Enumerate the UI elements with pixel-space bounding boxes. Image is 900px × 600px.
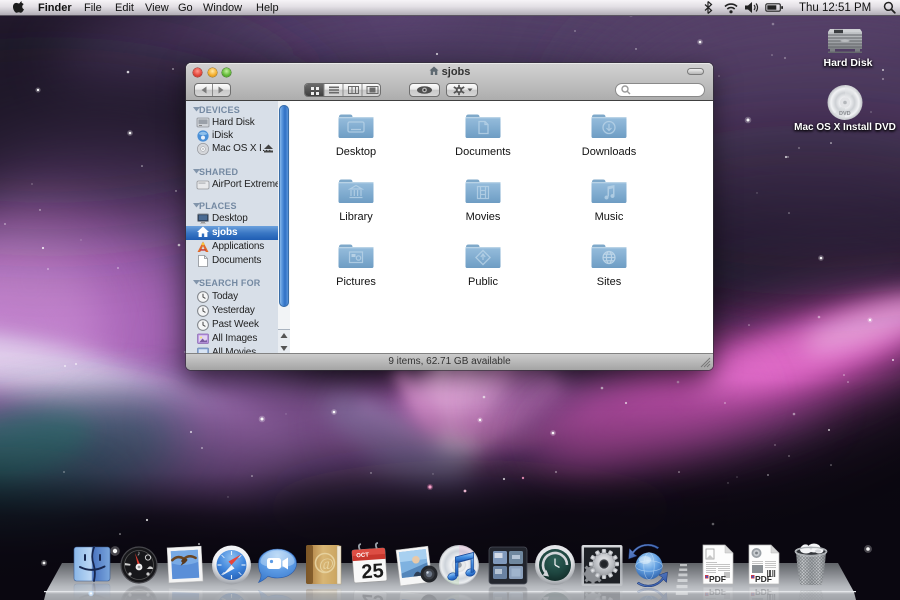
svg-text:DVD: DVD	[839, 111, 851, 117]
